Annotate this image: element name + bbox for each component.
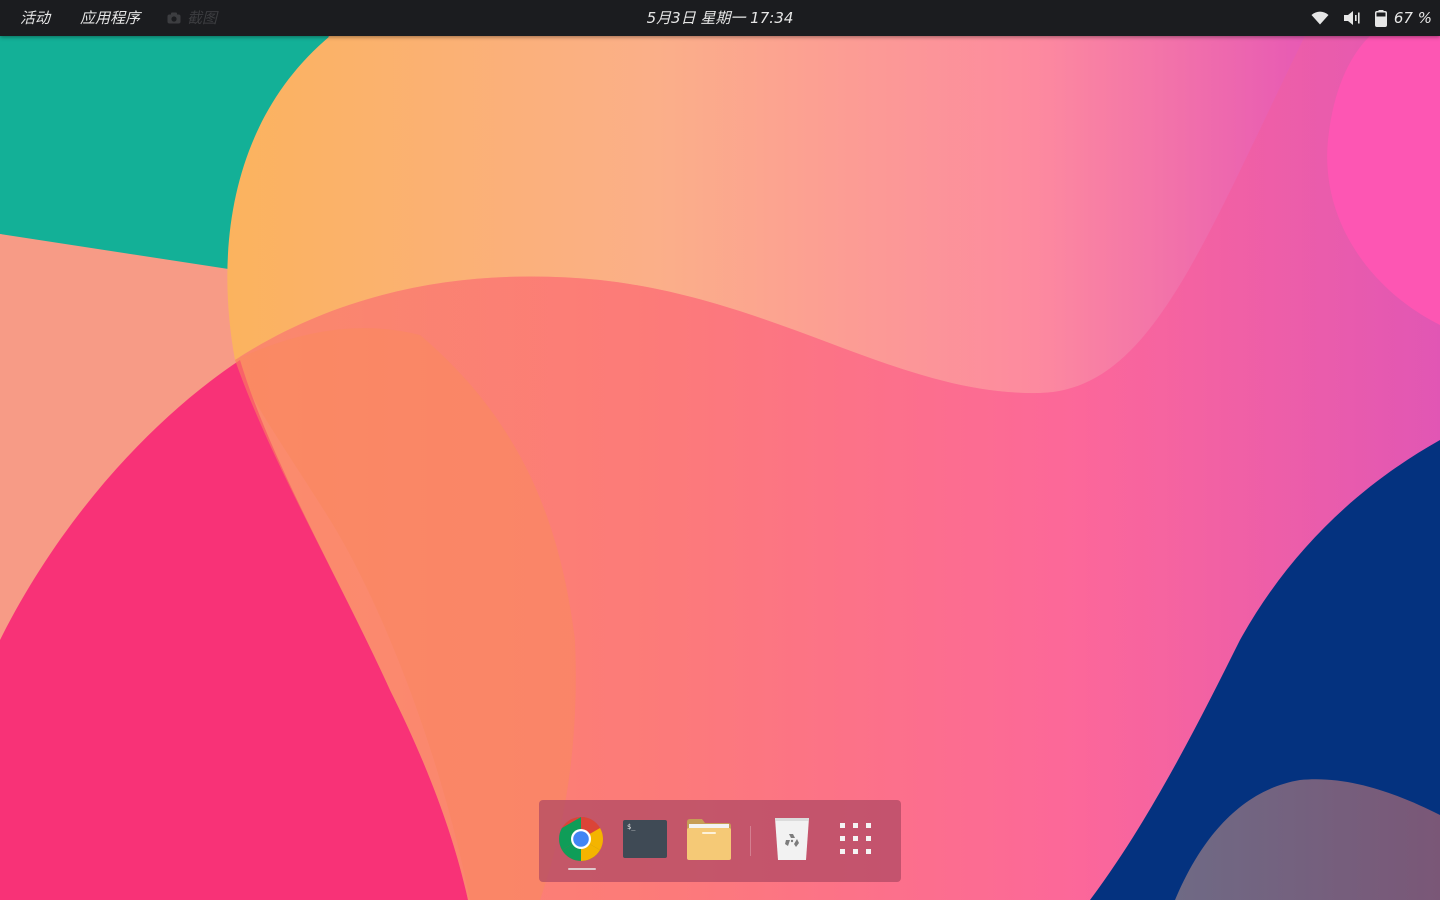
- chrome-launcher[interactable]: [557, 817, 605, 865]
- trash-icon: [772, 817, 812, 865]
- camera-icon: [167, 12, 181, 24]
- wifi-icon[interactable]: [1311, 11, 1329, 25]
- show-applications-button[interactable]: [832, 817, 880, 865]
- system-tray[interactable]: 67 %: [1297, 0, 1432, 36]
- svg-text:$_: $_: [627, 823, 636, 831]
- clock[interactable]: 5月3日 星期一 17:34: [647, 9, 794, 27]
- screenshot-app-label: 截图: [187, 9, 218, 27]
- battery-percent[interactable]: 67 %: [1394, 9, 1432, 27]
- volume-icon[interactable]: [1343, 10, 1361, 26]
- chrome-icon: [558, 816, 604, 866]
- show-apps-grid-icon: [840, 823, 872, 859]
- wallpaper: [0, 0, 1440, 900]
- running-indicator: [568, 868, 596, 870]
- terminal-launcher[interactable]: $_: [621, 817, 669, 865]
- terminal-icon: $_: [623, 820, 667, 862]
- activities-button[interactable]: 活动: [20, 0, 50, 36]
- applications-menu[interactable]: 应用程序: [80, 0, 140, 36]
- trash-launcher[interactable]: [768, 817, 816, 865]
- dock: $_: [539, 800, 901, 882]
- files-icon: [687, 818, 731, 864]
- screenshot-app-indicator[interactable]: 截图: [167, 0, 217, 36]
- top-bar: 活动 应用程序 截图 5月3日 星期一 17:34 67 %: [0, 0, 1440, 36]
- desktop[interactable]: 活动 应用程序 截图 5月3日 星期一 17:34 67 % $_: [0, 0, 1440, 900]
- dock-separator: [750, 826, 751, 856]
- files-launcher[interactable]: [685, 817, 733, 865]
- battery-icon[interactable]: [1374, 9, 1387, 27]
